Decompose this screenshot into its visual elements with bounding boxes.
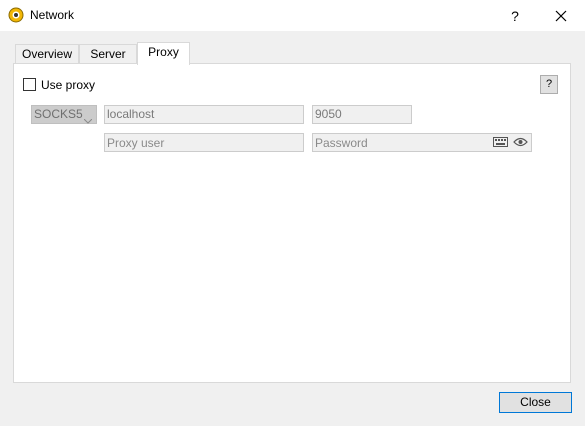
tab-overview-label: Overview [21,47,72,61]
proxy-port-value: 9050 [315,107,342,121]
tab-server[interactable]: Server [79,44,137,64]
proxy-user-input[interactable] [107,134,303,151]
keyboard-icon[interactable] [493,135,508,152]
proxy-user-field[interactable] [104,133,304,152]
use-proxy-label[interactable]: Use proxy [41,78,95,92]
proxy-help-button[interactable]: ? [540,75,558,94]
proxy-type-select[interactable]: SOCKS5 [31,105,97,124]
tab-proxy-label: Proxy [148,45,179,59]
proxy-type-value: SOCKS5 [34,107,83,121]
window-title: Network [30,8,75,22]
proxy-host-field[interactable]: localhost [104,105,304,124]
tab-overview[interactable]: Overview [15,44,79,64]
close-button[interactable]: Close [499,392,572,413]
close-window-icon[interactable] [550,6,572,26]
proxy-password-field[interactable] [312,133,532,152]
title-help-button[interactable]: ? [505,6,525,26]
eye-icon[interactable] [513,135,528,152]
use-proxy-checkbox[interactable] [23,78,36,91]
chevron-down-icon [83,112,93,124]
app-icon [8,7,24,23]
proxy-host-value: localhost [107,107,155,121]
title-bar: Network ? [0,0,585,31]
proxy-port-field[interactable]: 9050 [312,105,412,124]
proxy-password-input[interactable] [315,134,485,151]
tab-server-label: Server [90,47,126,61]
tab-proxy[interactable]: Proxy [137,42,190,65]
